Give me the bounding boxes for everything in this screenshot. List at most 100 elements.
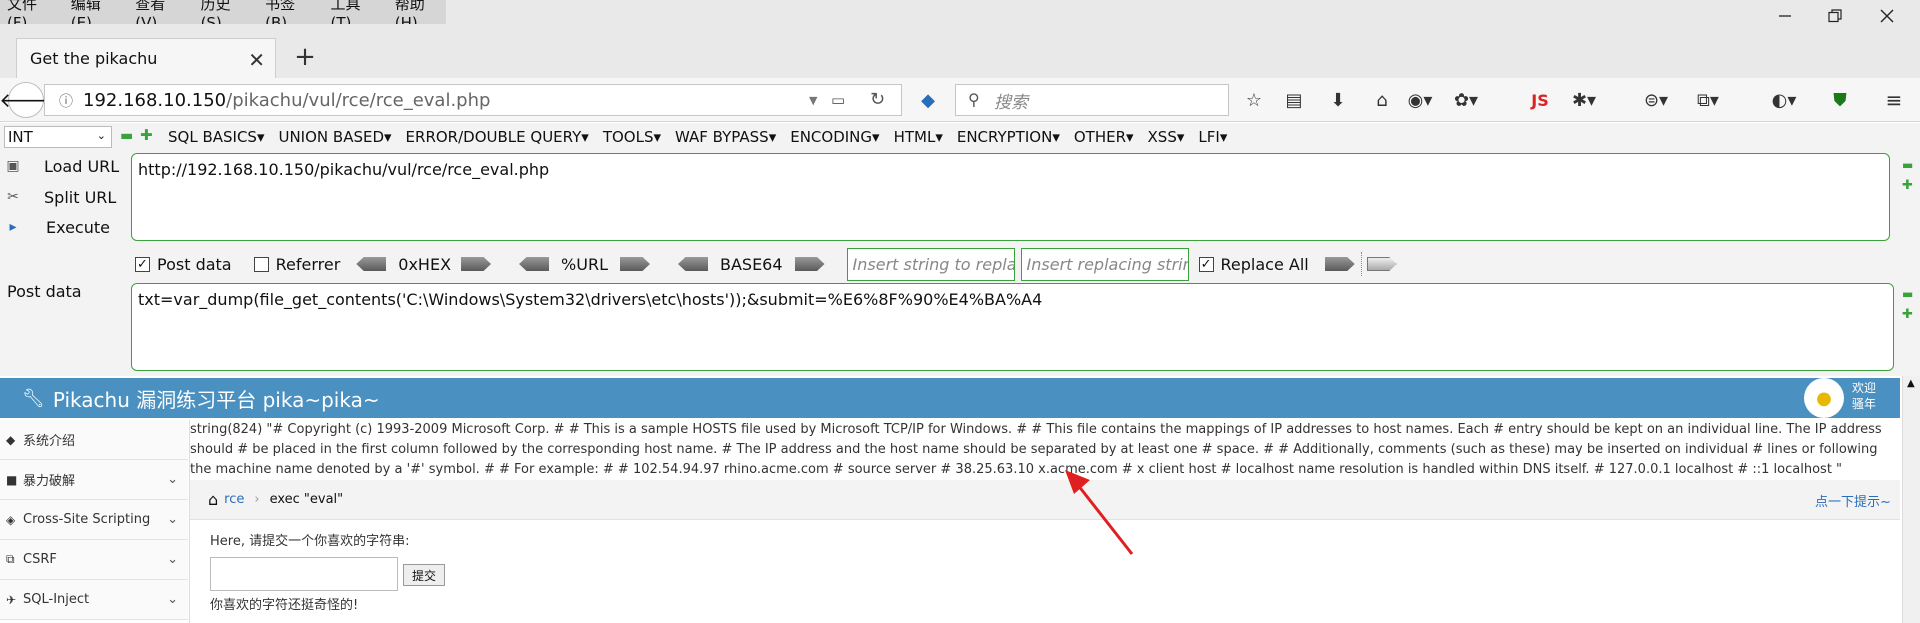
base64-encode-button[interactable] [794, 257, 825, 271]
string-input[interactable] [210, 557, 398, 591]
sidebar-item-xss[interactable]: ◈ Cross-Site Scripting ⌄ [0, 500, 188, 540]
reload-icon[interactable]: ↻ [870, 89, 885, 110]
sidebar-item-bruteforce[interactable]: ■ 暴力破解 ⌄ [0, 460, 188, 500]
extension-blue-icon[interactable]: ◆ [914, 86, 942, 114]
url-encode-button[interactable] [619, 257, 650, 271]
post-data-section-label: Post data [7, 282, 82, 301]
post-shrink-icon[interactable]: ▬ [1902, 287, 1913, 301]
copy-icon[interactable]: ⧉▾ [1694, 86, 1722, 114]
reading-list-icon[interactable]: ▤ [1280, 86, 1308, 114]
welcome-line-1: 欢迎 [1852, 381, 1877, 395]
menu-error-double-query[interactable]: ERROR/DOUBLE QUERY▾ [406, 128, 589, 146]
hint-link[interactable]: 点一下提示~ [1815, 491, 1891, 510]
url-textarea[interactable]: http://192.168.10.150/pikachu/vul/rce/rc… [131, 153, 1890, 241]
close-icon [1880, 9, 1894, 23]
search-bar[interactable]: ⚲ 搜索 [955, 84, 1229, 116]
base64-decode-button[interactable] [677, 257, 708, 271]
menu-sql-basics[interactable]: SQL BASICS▾ [168, 128, 264, 146]
globe-icon[interactable]: ◉▾ [1406, 86, 1434, 114]
menu-html[interactable]: HTML▾ [894, 128, 943, 146]
welcome-text: 欢迎 骚年 [1852, 380, 1876, 412]
split-url-button[interactable]: ✂ Split URL [4, 184, 116, 210]
post-data-checkbox-label: Post data [157, 254, 232, 274]
lock-icon: ■ [6, 472, 18, 487]
avatar[interactable]: ● [1804, 378, 1844, 418]
home-icon[interactable]: ⌂ [208, 490, 218, 509]
sidebar-item-csrf[interactable]: ⧉ CSRF ⌄ [0, 540, 188, 580]
info-icon[interactable]: ⓘ [59, 91, 73, 111]
sidebar-item-sqli[interactable]: ✈ SQL-Inject ⌄ [0, 580, 188, 620]
restore-icon [1828, 9, 1842, 23]
url-decode-button[interactable] [519, 257, 550, 271]
new-tab-button[interactable]: + [290, 42, 320, 72]
sidebar-item-intro[interactable]: ◆ 系统介绍 [0, 420, 188, 460]
referrer-checkbox-label: Referrer [275, 254, 341, 274]
menu-union-based[interactable]: UNION BASED▾ [278, 128, 391, 146]
menu-label: WAF BYPASS [675, 128, 769, 146]
bookmark-star-icon[interactable]: ☆ [1240, 86, 1268, 114]
url-grow-icon[interactable]: ✚ [1902, 178, 1913, 193]
base64-label: BASE64 [719, 254, 783, 274]
plus-green-icon[interactable]: ✚ [140, 126, 153, 144]
tab-title: Get the pikachu [30, 49, 158, 68]
replace-all-checkbox[interactable]: ✓ [1198, 256, 1214, 272]
sidebar-item-label: SQL-Inject [23, 592, 90, 607]
page-scrollbar[interactable]: ▲ [1902, 376, 1920, 623]
menu-tools[interactable]: TOOLS▾ [603, 128, 661, 146]
tab-pikachu[interactable]: Get the pikachu ✕ [16, 38, 276, 78]
menu-encoding[interactable]: ENCODING▾ [790, 128, 879, 146]
menu-waf-bypass[interactable]: WAF BYPASS▾ [675, 128, 776, 146]
replace-string-input[interactable]: Insert string to replace [846, 247, 1015, 281]
search-placeholder: 搜索 [994, 92, 1028, 113]
sidebar-item-label: 系统介绍 [23, 434, 76, 449]
wrench-icon: 🔧︎ [22, 387, 45, 409]
reader-icon[interactable]: ▭ [831, 91, 845, 109]
menu-other[interactable]: OTHER▾ [1074, 128, 1134, 146]
execute-button[interactable]: ▸ Execute [4, 214, 110, 240]
home-icon[interactable]: ⌂ [1368, 86, 1396, 114]
tab-strip [0, 24, 1920, 84]
menu-label: SQL BASICS [168, 128, 257, 146]
hex-decode-button[interactable] [356, 257, 387, 271]
hex-encode-button[interactable] [461, 257, 492, 271]
replace-left-button[interactable] [1324, 257, 1355, 271]
plane-icon: ✈ [6, 592, 17, 607]
pikachu-icon: ● [1816, 387, 1832, 409]
minus-icon[interactable]: ▬ [120, 128, 133, 144]
palette-icon[interactable]: ✿▾ [1452, 86, 1480, 114]
proxy-icon[interactable]: ⊜▾ [1642, 86, 1670, 114]
page-title: Pikachu 漏洞练习平台 pika~pika~ [52, 387, 380, 412]
load-url-button[interactable]: ▣ Load URL [4, 153, 119, 179]
minimize-icon [1779, 15, 1791, 17]
hackbar-options: ✓ Post data Referrer 0xHEX %URL BASE64 I… [135, 247, 1397, 281]
menu-xss[interactable]: XSS▾ [1148, 128, 1185, 146]
post-grow-icon[interactable]: ✚ [1902, 307, 1913, 322]
replace-right-button[interactable] [1366, 257, 1397, 271]
address-bar[interactable]: ⓘ 192.168.10.150/pikachu/vul/rce/rce_eva… [44, 84, 902, 116]
breadcrumb-home-link[interactable]: rce [224, 492, 244, 507]
post-data-checkbox[interactable]: ✓ [135, 256, 150, 272]
sidebar-item-label: CSRF [23, 552, 57, 567]
post-data-textarea[interactable]: txt=var_dump(file_get_contents('C:\Windo… [131, 283, 1894, 371]
post-data-value: txt=var_dump(file_get_contents('C:\Windo… [138, 290, 1043, 309]
url-shrink-icon[interactable]: ▬ [1902, 158, 1913, 172]
referrer-checkbox[interactable] [253, 256, 269, 272]
search-icon: ⚲ [968, 90, 980, 109]
bug-icon[interactable]: ✱▾ [1570, 86, 1598, 114]
hamburger-menu-icon[interactable]: ≡ [1880, 86, 1908, 114]
scroll-up-icon[interactable]: ▲ [1907, 378, 1915, 389]
back-button[interactable]: 🡐 [0, 82, 53, 118]
download-icon[interactable]: ⬇ [1324, 86, 1352, 114]
menu-encryption[interactable]: ENCRYPTION▾ [957, 128, 1060, 146]
translate-icon[interactable]: ◐▾ [1770, 86, 1798, 114]
type-select[interactable]: INT ⌄ [4, 126, 112, 148]
dropdown-icon[interactable]: ▼ [809, 94, 817, 107]
menu-lfi[interactable]: LFI▾ [1198, 128, 1227, 146]
load-url-icon: ▣ [6, 158, 20, 174]
menu-label: UNION BASED [278, 128, 385, 146]
tab-close-icon[interactable]: ✕ [248, 48, 265, 72]
submit-button[interactable]: 提交 [403, 564, 445, 586]
js-toggle-icon[interactable]: JS [1526, 86, 1554, 114]
replacing-string-input[interactable]: Insert replacing string [1020, 247, 1189, 281]
shield-icon[interactable]: ⛊ [1826, 86, 1854, 114]
